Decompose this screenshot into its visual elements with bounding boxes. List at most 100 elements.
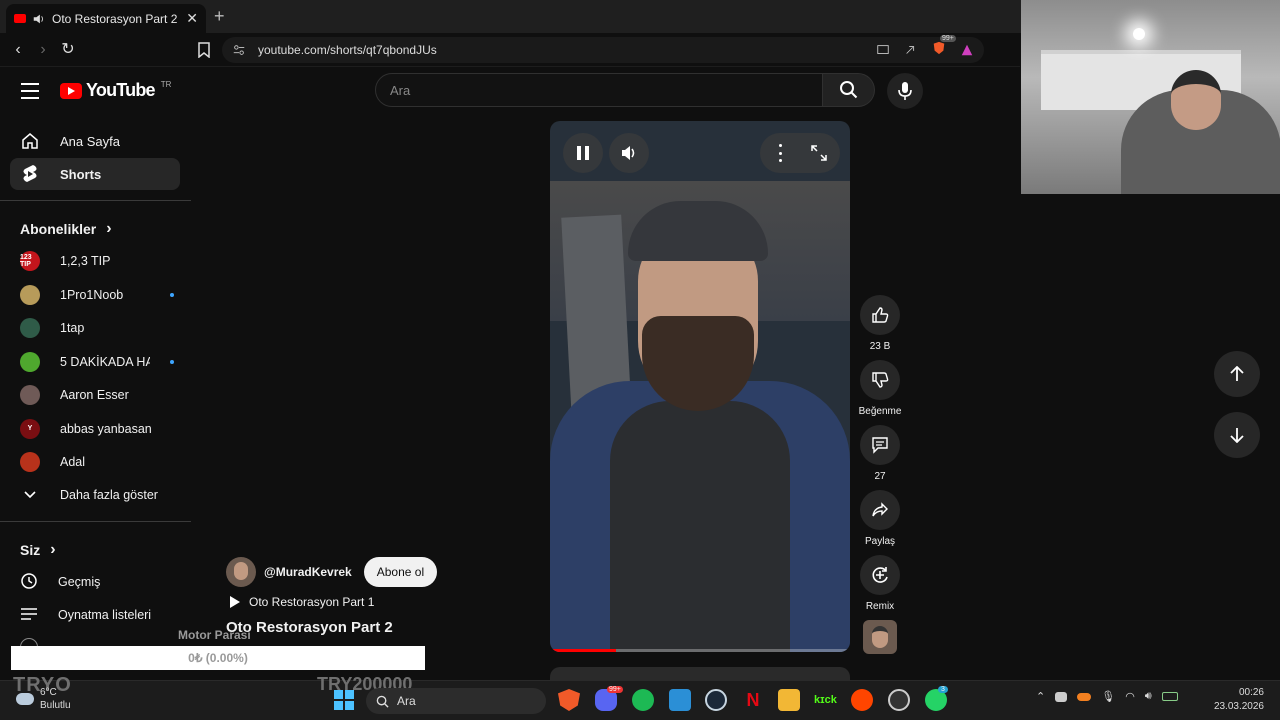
chevron-right-icon: › (50, 541, 56, 558)
share-arrow-icon (872, 502, 888, 517)
address-bar[interactable]: youtube.com/shorts/qt7qbondJUs 99+ (222, 35, 984, 63)
webcam-overlay (1021, 0, 1280, 194)
clock[interactable]: 00:26 23.03.2026 (1212, 686, 1264, 714)
subscriptions-header[interactable]: Abonelikler › (20, 220, 112, 238)
weather-widget[interactable]: 6°C Bulutlu (16, 686, 71, 712)
dislike-button[interactable]: Beğenme (858, 360, 902, 417)
sidebar-subscription[interactable]: Adal (10, 446, 180, 478)
microphone-icon (898, 82, 912, 100)
motor-value: 0₺ (0.00%) (188, 651, 248, 665)
sidebar-item-playlists[interactable]: Oynatma listeleri (10, 599, 180, 631)
volume-button[interactable] (609, 133, 649, 173)
new-tab-icon[interactable]: + (214, 6, 225, 27)
brave-rewards-icon[interactable] (960, 43, 974, 57)
app-icon[interactable] (669, 689, 691, 711)
channel-avatar: 123 TIP (20, 251, 40, 271)
microphone-tray-icon[interactable]: 🎙︎ (1101, 690, 1115, 703)
remix-button[interactable]: Remix (858, 555, 902, 612)
kick-app-icon[interactable]: kɪck (814, 689, 837, 711)
voice-search-button[interactable] (887, 73, 923, 109)
reddit-app-icon[interactable] (851, 689, 873, 711)
sidebar-item-home[interactable]: Ana Sayfa (10, 125, 180, 157)
playlist-link[interactable]: Oto Restorasyon Part 1 (229, 595, 374, 609)
pause-button[interactable] (563, 133, 603, 173)
sidebar-subscription[interactable]: 5 DAKİKADA HA... (10, 346, 180, 378)
wifi-icon[interactable]: ◠ (1125, 690, 1135, 703)
cloud-tray-icon[interactable] (1077, 692, 1092, 701)
file-explorer-icon[interactable] (778, 689, 800, 711)
battery-icon[interactable] (1161, 692, 1178, 701)
dislike-label: Beğenme (858, 406, 902, 417)
search-icon (839, 81, 857, 99)
sidebar-subscription[interactable]: 123 TIP 1,2,3 TIP (10, 245, 180, 277)
weather-condition: Bulutlu (40, 700, 71, 711)
spotify-app-icon[interactable] (632, 689, 654, 711)
start-button[interactable] (334, 690, 354, 710)
volume-tray-icon[interactable]: 🔊︎ (1145, 690, 1152, 703)
channel-thumbnail[interactable] (863, 620, 897, 654)
motor-progress-bar: 0₺ (0.00%) (11, 646, 425, 670)
volume-icon (622, 146, 635, 160)
sidebar-subscription[interactable]: 1Pro1Noob (10, 279, 180, 311)
next-short-preview[interactable] (550, 667, 850, 681)
brave-shield-icon[interactable]: 99+ (932, 35, 956, 58)
sidebar-subscription[interactable]: 1tap (10, 312, 180, 344)
reload-icon[interactable]: ↻ (59, 41, 77, 59)
comments-button[interactable]: 27 (858, 425, 902, 482)
arrow-up-icon (1230, 366, 1244, 381)
channel-handle[interactable]: @MuradKevrek (264, 565, 352, 579)
sidebar-item-shorts[interactable]: Shorts (10, 158, 180, 190)
youtube-wordmark: YouTube (86, 80, 156, 100)
bookmark-icon[interactable] (198, 42, 210, 58)
discord-tray-icon[interactable] (1055, 691, 1068, 702)
search-button[interactable] (823, 73, 875, 107)
cast-icon[interactable] (876, 43, 890, 57)
share-label: Paylaş (864, 536, 895, 547)
extension-badge: 99+ (940, 35, 956, 42)
site-settings-icon[interactable] (232, 43, 246, 57)
system-tray: ⌃ 🎙︎ ◠ 🔊︎ (1036, 690, 1178, 703)
history-icon (20, 572, 38, 593)
shorts-video-player[interactable] (550, 121, 850, 652)
discord-badge: 99+ (607, 686, 623, 693)
browser-tab[interactable]: Oto Restorasyon Part 2 - You ✕ (6, 4, 206, 33)
youtube-logo[interactable]: YouTube TR (60, 80, 171, 101)
hamburger-menu-icon[interactable] (21, 83, 39, 99)
netflix-app-icon[interactable]: N (742, 689, 764, 711)
playlists-icon (20, 607, 38, 624)
like-button[interactable]: 23 B (858, 295, 902, 352)
obs-app-icon[interactable] (888, 689, 910, 711)
search-input[interactable]: Ara (375, 73, 823, 107)
back-icon[interactable]: ‹ (9, 41, 27, 59)
previous-video-button[interactable] (1214, 351, 1260, 397)
share-button[interactable]: Paylaş (858, 490, 902, 547)
player-controls-group (760, 133, 840, 173)
more-options-icon[interactable] (774, 144, 786, 162)
remix-icon (872, 567, 888, 583)
subscribe-button[interactable]: Abone ol (363, 557, 438, 587)
taskbar-search[interactable]: Ara (366, 688, 546, 714)
next-video-button[interactable] (1214, 412, 1260, 458)
channel-avatar[interactable] (226, 557, 256, 587)
video-owner: @MuradKevrek Abone ol (226, 557, 438, 587)
video-progress-bar[interactable] (550, 649, 850, 652)
speaker-icon[interactable] (32, 12, 46, 26)
sidebar-subscription[interactable]: Yabbas yanbasan (10, 413, 180, 445)
sidebar-item-history[interactable]: Geçmiş (10, 566, 180, 598)
steam-app-icon[interactable] (705, 689, 727, 711)
chevron-up-icon[interactable]: ⌃ (1036, 690, 1045, 703)
show-more-button[interactable]: Daha fazla göster (10, 479, 180, 511)
region-code: TR (160, 80, 172, 89)
thumbs-down-icon (872, 372, 889, 388)
chevron-down-icon (20, 488, 40, 502)
share-icon[interactable] (904, 43, 918, 57)
you-header[interactable]: Siz › (20, 541, 56, 559)
comment-count: 27 (874, 471, 886, 482)
sidebar-subscription[interactable]: Aaron Esser (10, 379, 180, 411)
close-tab-icon[interactable]: ✕ (186, 10, 198, 27)
subscription-name: 1tap (60, 321, 85, 335)
fullscreen-icon[interactable] (811, 145, 827, 161)
thumbs-up-icon (872, 307, 889, 323)
subscriptions-title: Abonelikler (20, 221, 97, 237)
forward-icon[interactable]: › (34, 41, 52, 59)
